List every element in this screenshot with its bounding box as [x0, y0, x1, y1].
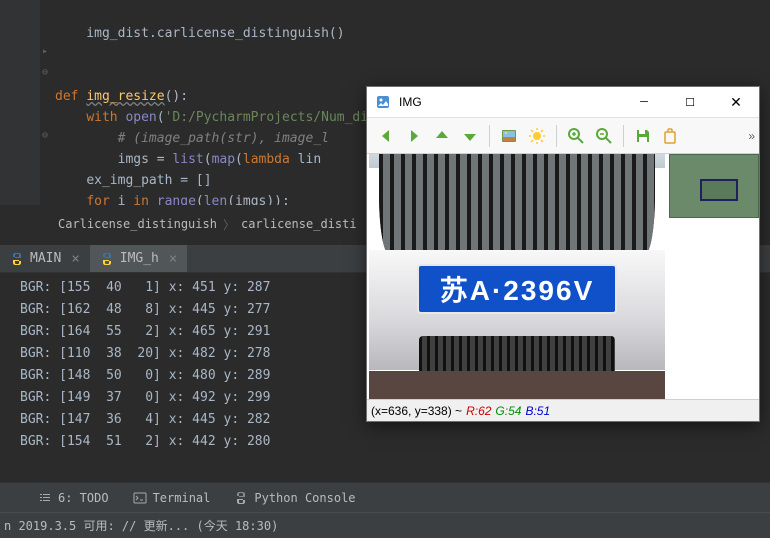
breadcrumb[interactable]: Carlicense_distinguish 〉 carlicense_dist…: [58, 212, 357, 236]
maximize-button[interactable]: ☐: [667, 87, 713, 118]
roi-panel: [669, 154, 759, 218]
separator: [623, 125, 624, 147]
zoom-out-button[interactable]: [591, 123, 617, 149]
separator: [556, 125, 557, 147]
img-toolbar: »: [367, 118, 759, 154]
tab-img-h[interactable]: IMG_h ×: [90, 245, 188, 272]
image-canvas[interactable]: 苏A·2396V: [367, 154, 759, 399]
separator: [489, 125, 490, 147]
displayed-image: 苏A·2396V: [369, 154, 665, 399]
gutter: [0, 0, 40, 205]
save-button[interactable]: [630, 123, 656, 149]
license-plate: 苏A·2396V: [417, 264, 617, 314]
roi-rect: [700, 179, 738, 201]
tab-label: MAIN: [30, 251, 61, 266]
chevron-right-icon: 〉: [223, 216, 235, 233]
terminal-button[interactable]: Terminal: [133, 491, 211, 505]
python-icon: [10, 252, 24, 266]
b-value: B:51: [525, 404, 550, 418]
terminal-icon: [133, 491, 147, 505]
tab-main[interactable]: MAIN ×: [0, 245, 90, 272]
bottom-toolbar: 6: TODO Terminal Python Console: [0, 482, 770, 512]
terminal-label: Terminal: [153, 491, 211, 505]
code-line: img_dist.carlicense_distinguish(): [55, 26, 345, 41]
todo-label: 6: TODO: [58, 491, 109, 505]
titlebar[interactable]: IMG ─ ☐ ✕: [367, 87, 759, 118]
up-button[interactable]: [429, 123, 455, 149]
image-icon-button[interactable]: [496, 123, 522, 149]
down-button[interactable]: [457, 123, 483, 149]
window-title: IMG: [399, 95, 621, 109]
status-text: n 2019.3.5 可用: // 更新... (今天 18:30): [4, 517, 278, 534]
app-icon: [375, 94, 391, 110]
img-window[interactable]: IMG ─ ☐ ✕ » 苏A·2396V: [366, 86, 760, 422]
tab-label: IMG_h: [120, 251, 159, 266]
close-icon[interactable]: ×: [169, 251, 177, 267]
close-icon[interactable]: ×: [71, 251, 79, 267]
home-forward-button[interactable]: [401, 123, 427, 149]
python-icon: [100, 252, 114, 266]
breadcrumb-item[interactable]: carlicense_disti: [241, 217, 357, 231]
zoom-in-button[interactable]: [563, 123, 589, 149]
g-value: G:54: [495, 404, 521, 418]
window-buttons: ─ ☐ ✕: [621, 87, 759, 118]
home-back-button[interactable]: [373, 123, 399, 149]
close-button[interactable]: ✕: [713, 87, 759, 118]
python-console-button[interactable]: Python Console: [234, 491, 355, 505]
img-status-bar: (x=636, y=338) ~ R:62 G:54 B:51: [367, 399, 759, 421]
coord-text: (x=636, y=338) ~: [371, 404, 462, 418]
minimize-button[interactable]: ─: [621, 87, 667, 118]
r-value: R:62: [466, 404, 491, 418]
kw-def: def: [55, 89, 78, 104]
expand-icon[interactable]: »: [748, 129, 755, 143]
python-icon: [234, 491, 248, 505]
fold-icon[interactable]: ▸: [42, 46, 54, 58]
fold-icon[interactable]: ⊖: [42, 67, 54, 79]
pyconsole-label: Python Console: [254, 491, 355, 505]
sun-icon-button[interactable]: [524, 123, 550, 149]
copy-button[interactable]: [658, 123, 684, 149]
fn-name: img_resize: [86, 89, 164, 104]
breadcrumb-item[interactable]: Carlicense_distinguish: [58, 217, 217, 231]
status-bar: n 2019.3.5 可用: // 更新... (今天 18:30): [0, 512, 770, 538]
fold-icon[interactable]: ⊖: [42, 130, 54, 142]
list-icon: [38, 491, 52, 505]
todo-button[interactable]: 6: TODO: [38, 491, 109, 505]
